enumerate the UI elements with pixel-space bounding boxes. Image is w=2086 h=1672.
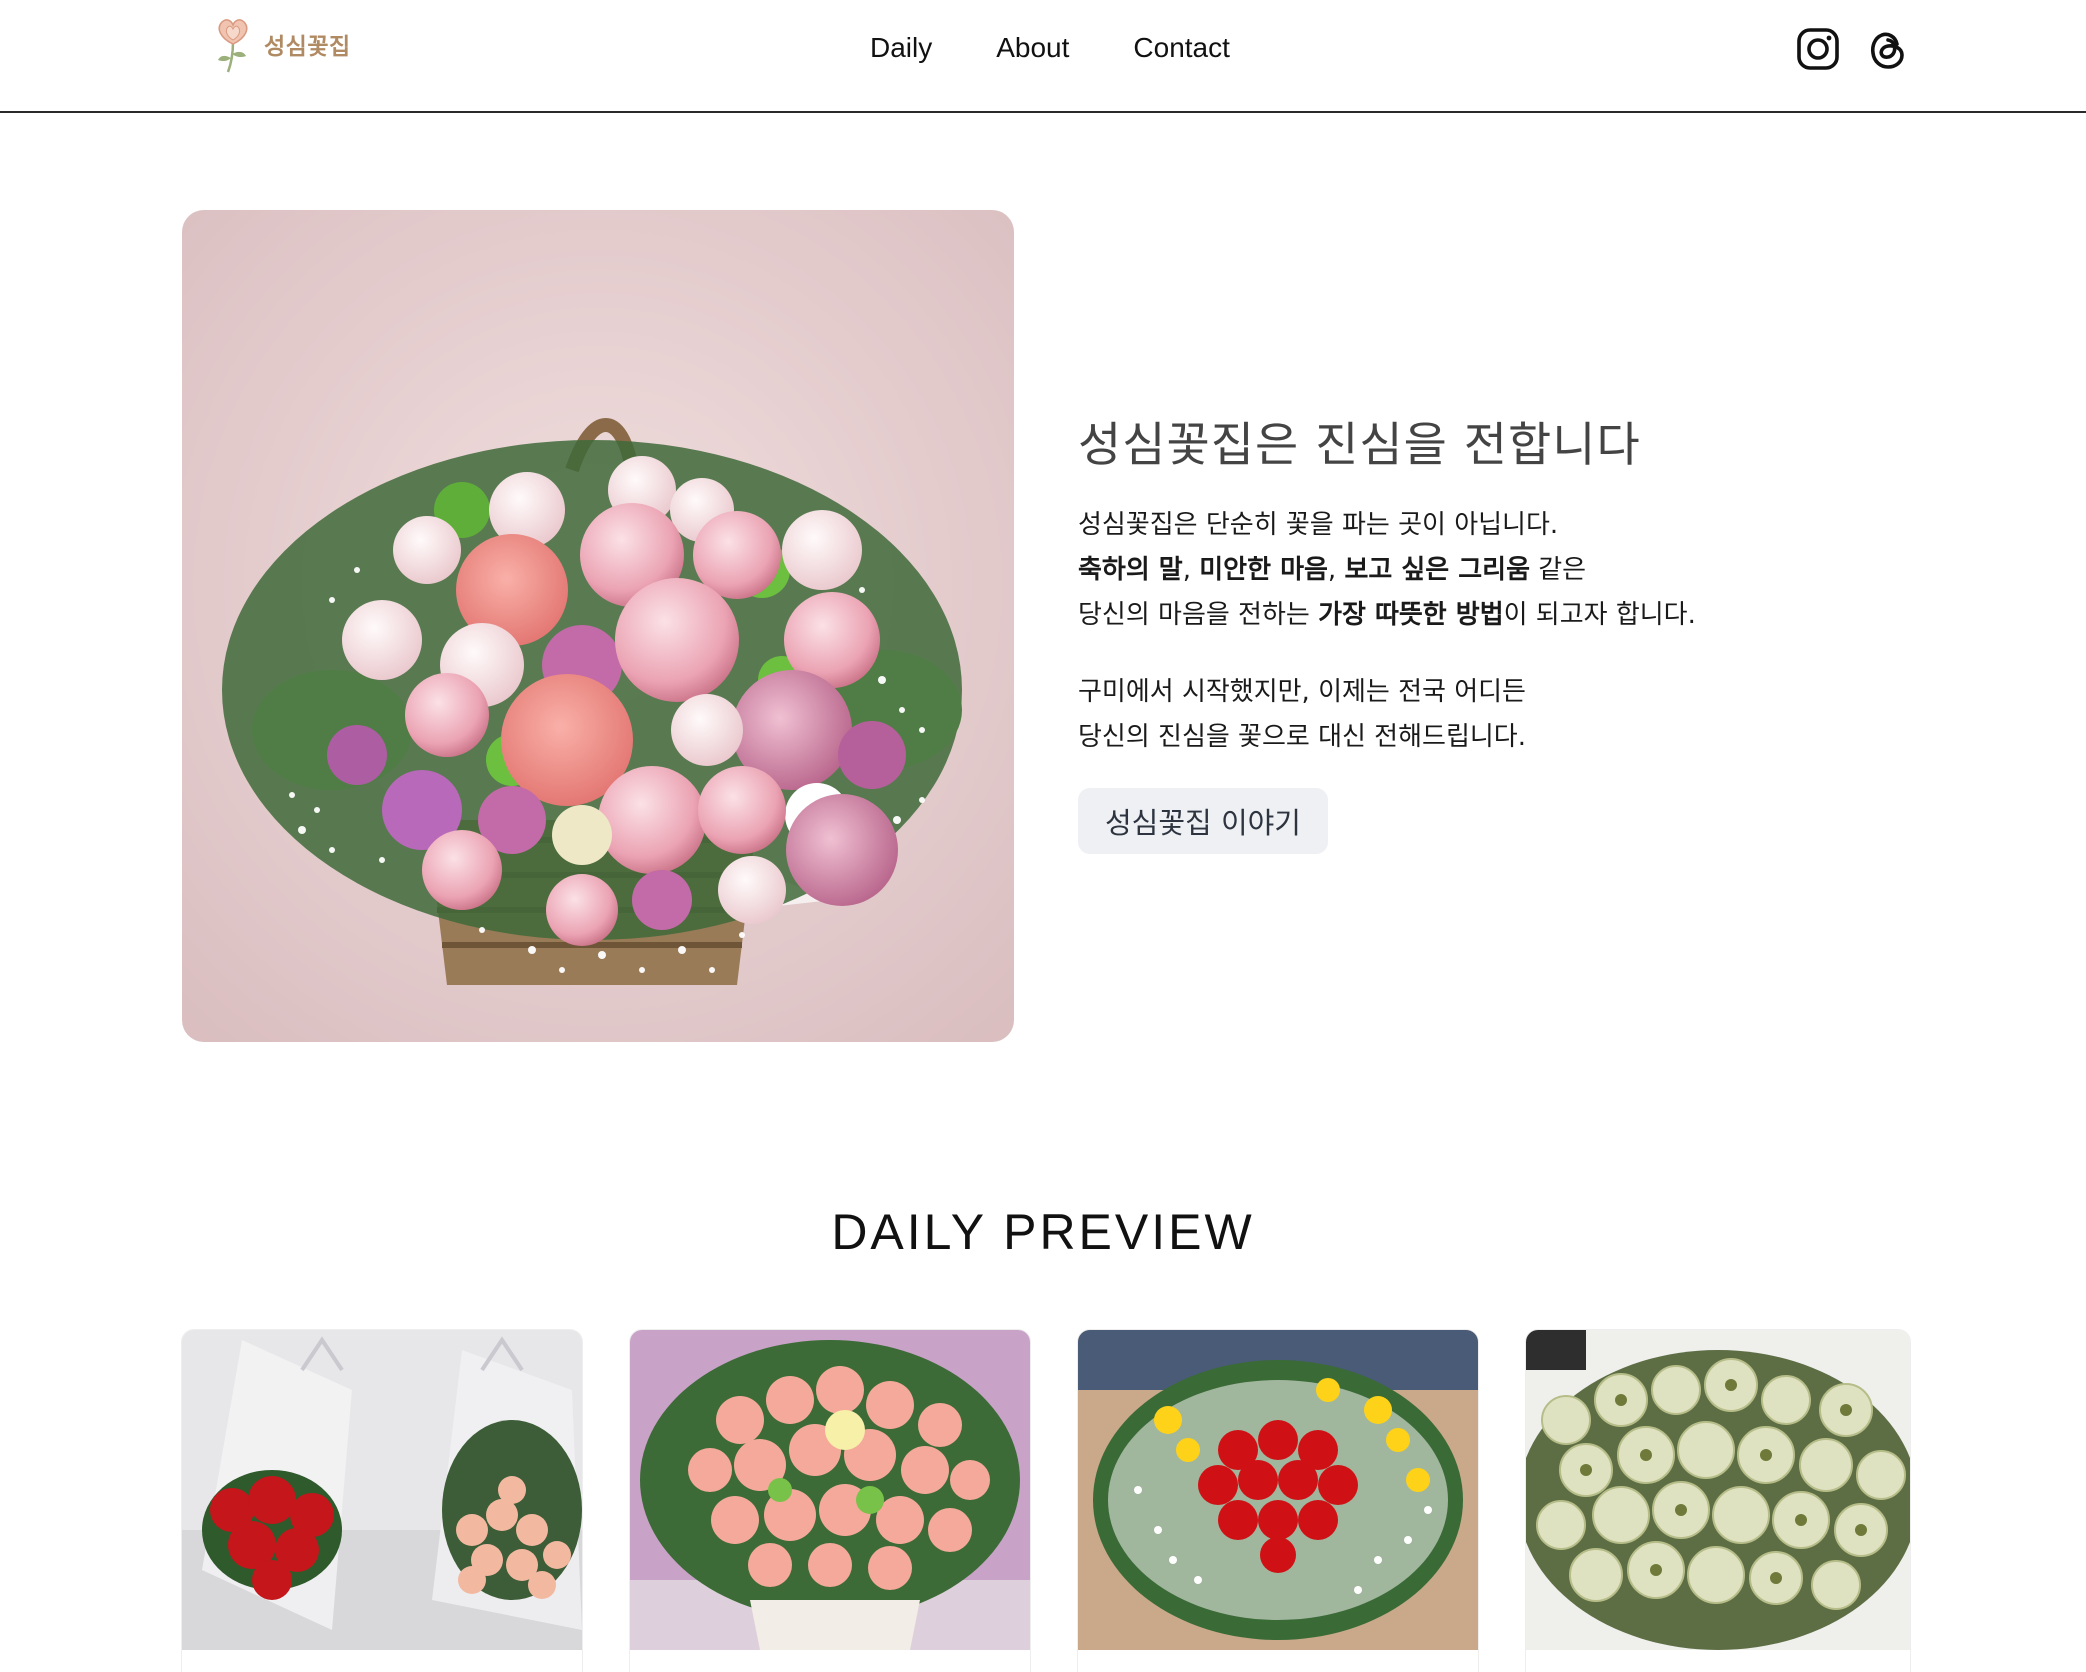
daily-card-4[interactable] [1526, 1330, 1910, 1672]
story-button[interactable]: 성심꽃집 이야기 [1078, 788, 1328, 854]
daily-card-1[interactable] [182, 1330, 582, 1672]
red-rose-yellow-freesia-photo [1078, 1330, 1478, 1650]
hero-line-1-text: 성심꽃집은 단순히 꽃을 파는 곳이 아닙니다. [1078, 510, 1559, 540]
social-links [1796, 27, 1910, 71]
site-header: 성심꽃집 Daily About Contact [0, 0, 2086, 113]
white-pompon-chrysanthemum-photo [1526, 1330, 1910, 1650]
hero-line-5-text: 당신의 진심을 꽃으로 대신 전해드립니다. [1078, 722, 1526, 752]
main-nav: Daily About Contact [870, 28, 1230, 68]
flower-basket-image [182, 210, 1014, 1042]
emphasis-apology: 미안한 마음 [1199, 555, 1328, 585]
hero-line-1: 성심꽃집은 단순히 꽃을 파는 곳이 아닙니다. [1078, 503, 1696, 548]
nav-link-daily[interactable]: Daily [870, 28, 932, 68]
hero-line-4: 구미에서 시작했지만, 이제는 전국 어디든 [1078, 670, 1696, 715]
logo-text: 성심꽃집 [264, 34, 351, 60]
hero-line-2-tail: 같은 [1530, 555, 1587, 585]
nav-link-about[interactable]: About [996, 28, 1069, 68]
threads-icon[interactable] [1866, 27, 1910, 71]
hero-line-5: 당신의 진심을 꽃으로 대신 전해드립니다. [1078, 715, 1696, 760]
emphasis-longing: 보고 싶은 그리움 [1344, 555, 1530, 585]
hero-line-4-text: 구미에서 시작했지만, 이제는 전국 어디든 [1078, 677, 1526, 707]
hero-line-3-tail: 이 되고자 합니다. [1503, 600, 1696, 630]
separator: , [1182, 555, 1200, 585]
emphasis-warmest-way: 가장 따뜻한 방법 [1318, 600, 1504, 630]
hero-line-3: 당신의 마음을 전하는 가장 따뜻한 방법이 되고자 합니다. [1078, 593, 1696, 638]
hero-title: 성심꽃집은 진심을 전합니다 [1078, 418, 1641, 473]
hero-flower-basket-photo [182, 210, 1014, 1042]
daily-preview-title: DAILY PREVIEW [831, 1204, 1255, 1260]
emphasis-congrats: 축하의 말 [1078, 555, 1183, 585]
hero-line-2: 축하의 말, 미안한 마음, 보고 싶은 그리움 같은 [1078, 548, 1696, 593]
instagram-icon[interactable] [1796, 27, 1840, 71]
peach-rose-basket-photo [630, 1330, 1030, 1650]
nav-link-contact[interactable]: Contact [1133, 28, 1230, 68]
hero-line-3-head: 당신의 마음을 전하는 [1078, 600, 1319, 630]
daily-card-3[interactable] [1078, 1330, 1478, 1672]
flower-logo-icon [218, 19, 248, 73]
hero-description: 성심꽃집은 단순히 꽃을 파는 곳이 아닙니다. 축하의 말, 미안한 마음, … [1078, 503, 1696, 760]
separator: , [1327, 555, 1345, 585]
logo[interactable]: 성심꽃집 [212, 14, 351, 74]
red-rose-bouquets-photo [182, 1330, 582, 1650]
daily-card-2[interactable] [630, 1330, 1030, 1672]
